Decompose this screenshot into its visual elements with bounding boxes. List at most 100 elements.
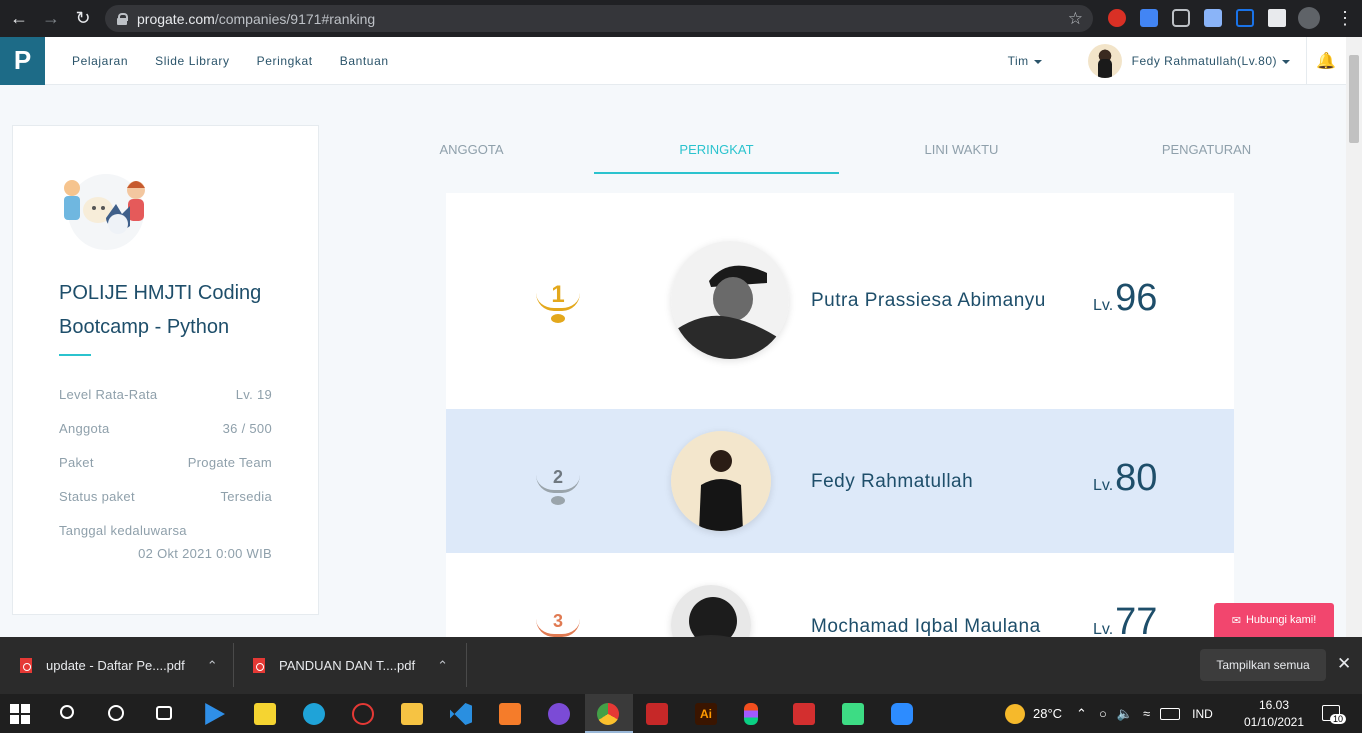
zoom-icon[interactable] xyxy=(891,703,913,725)
user-avatar[interactable] xyxy=(1087,44,1122,78)
close-icon[interactable]: ✕ xyxy=(1337,654,1351,674)
team-dropdown[interactable]: Tim xyxy=(1008,54,1042,68)
notification-bell-icon[interactable]: 🔔 xyxy=(1306,37,1346,85)
chevron-down-icon xyxy=(1033,59,1042,64)
member-photo[interactable] xyxy=(671,431,771,531)
profile-avatar-icon[interactable] xyxy=(1298,7,1320,29)
member-name[interactable]: Mochamad Iqbal Maulana xyxy=(811,616,1041,637)
download-separator xyxy=(233,643,234,687)
dev-tool-icon[interactable] xyxy=(352,703,374,725)
file-explorer-icon[interactable] xyxy=(401,703,423,725)
app-header: P Pelajaran Slide Library Peringkat Bant… xyxy=(0,36,1346,85)
bookmark-star-icon[interactable]: ☆ xyxy=(1068,9,1083,29)
sticky-notes-icon[interactable] xyxy=(254,703,276,725)
scrollbar-thumb[interactable] xyxy=(1349,55,1359,143)
member-photo[interactable] xyxy=(671,241,789,359)
extension-red-icon[interactable] xyxy=(1108,9,1126,27)
extensions-puzzle-icon[interactable] xyxy=(1268,9,1286,27)
vscode-icon[interactable] xyxy=(450,703,472,725)
member-name[interactable]: Fedy Rahmatullah xyxy=(811,471,973,493)
extension-n-icon[interactable] xyxy=(1236,9,1254,27)
reload-icon[interactable]: ↻ xyxy=(70,6,96,32)
network-app-icon[interactable]: ○ xyxy=(1099,706,1107,721)
info-value: 02 Okt 2021 0:00 WIB xyxy=(138,546,272,561)
tab-lini-waktu[interactable]: LINI WAKTU xyxy=(839,126,1084,174)
clock-time: 16.03 xyxy=(1258,698,1290,712)
tab-pengaturan[interactable]: PENGATURAN xyxy=(1084,126,1329,174)
info-label: Status paket xyxy=(59,489,135,504)
android-studio-icon[interactable] xyxy=(842,703,864,725)
browser-menu-icon[interactable]: ⋮ xyxy=(1332,5,1358,31)
level-number: 77 xyxy=(1115,601,1158,637)
member-level: Lv.77 xyxy=(1093,601,1157,637)
contact-us-button[interactable]: ✉ Hubungi kami! xyxy=(1214,603,1334,637)
search-icon[interactable] xyxy=(60,705,74,719)
extension-pocket-icon[interactable] xyxy=(1172,9,1190,27)
download-item[interactable]: update - Daftar Pe....pdf ⌃ xyxy=(20,637,218,694)
menu-slide-library[interactable]: Slide Library xyxy=(155,54,230,68)
language-indicator[interactable]: IND xyxy=(1192,707,1213,721)
clock-date: 01/10/2021 xyxy=(1243,715,1305,729)
menu-peringkat[interactable]: Peringkat xyxy=(257,54,313,68)
back-icon[interactable]: ← xyxy=(6,6,32,32)
extension-doc-icon[interactable] xyxy=(1204,9,1222,27)
edge-icon[interactable] xyxy=(303,703,325,725)
wifi-icon[interactable]: ≈ xyxy=(1143,706,1150,721)
task-view-icon[interactable] xyxy=(156,706,172,720)
chevron-up-icon[interactable]: ⌃ xyxy=(437,658,448,674)
info-value: Tersedia xyxy=(220,489,272,504)
member-level: Lv.96 xyxy=(1093,277,1157,320)
menu-pelajaran[interactable]: Pelajaran xyxy=(72,54,128,68)
github-desktop-icon[interactable] xyxy=(548,703,570,725)
url-host: progate.com xyxy=(137,10,215,27)
pdf-file-icon xyxy=(253,658,265,673)
tray-chevron-icon[interactable]: ⌃ xyxy=(1076,706,1087,722)
xampp-icon[interactable] xyxy=(499,703,521,725)
page-scrollbar[interactable] xyxy=(1346,37,1362,637)
ranking-row[interactable]: 3 Mochamad Iqbal Maulana Lv.77 xyxy=(446,553,1234,637)
info-label: Level Rata-Rata xyxy=(59,387,158,402)
chevron-up-icon[interactable]: ⌃ xyxy=(207,658,218,674)
extension-translate-icon[interactable] xyxy=(1140,9,1158,27)
url-path: /companies/9171#ranking xyxy=(214,10,376,27)
silver-medal-icon: 2 xyxy=(534,467,582,511)
acrobat-icon[interactable] xyxy=(793,703,815,725)
winrar-icon[interactable] xyxy=(646,703,668,725)
level-number: 96 xyxy=(1115,277,1158,319)
ranking-row[interactable]: 1 Putra Prassiesa Abimanyu Lv.96 xyxy=(446,193,1234,409)
windows-taskbar: Ai 28°C ⌃ ○ 🔈 ≈ IND 16.03 01/10/2021 10 xyxy=(0,694,1362,733)
info-expiry-label-row: Tanggal kedaluwarsa xyxy=(59,523,272,538)
forward-icon[interactable]: → xyxy=(38,6,64,32)
download-item[interactable]: PANDUAN DAN T....pdf ⌃ xyxy=(253,637,448,694)
show-all-downloads-button[interactable]: Tampilkan semua xyxy=(1200,649,1326,681)
keyboard-icon[interactable] xyxy=(1160,707,1181,720)
cortana-icon[interactable] xyxy=(108,705,124,721)
progate-logo[interactable]: P xyxy=(0,36,45,85)
tab-peringkat[interactable]: PERINGKAT xyxy=(594,126,839,174)
chrome-icon[interactable] xyxy=(597,703,619,725)
bronze-medal-icon: 3 xyxy=(534,611,582,637)
download-bar: update - Daftar Pe....pdf ⌃ PANDUAN DAN … xyxy=(0,637,1362,694)
ranking-row-current-user[interactable]: 2 Fedy Rahmatullah Lv.80 xyxy=(446,409,1234,553)
windows-start-icon[interactable] xyxy=(10,704,30,724)
notification-count: 10 xyxy=(1330,714,1347,724)
member-photo[interactable] xyxy=(671,585,751,637)
figma-icon[interactable] xyxy=(744,703,758,725)
lock-icon xyxy=(117,12,128,25)
volume-icon[interactable]: 🔈 xyxy=(1117,706,1133,722)
tab-anggota[interactable]: ANGGOTA xyxy=(349,126,594,174)
download-filename: PANDUAN DAN T....pdf xyxy=(279,658,416,673)
weather-temp[interactable]: 28°C xyxy=(1033,706,1062,721)
weather-icon[interactable] xyxy=(1005,703,1025,724)
illustrator-icon[interactable]: Ai xyxy=(695,703,717,725)
media-player-icon[interactable] xyxy=(205,703,225,725)
user-dropdown[interactable]: Fedy Rahmatullah(Lv.80) xyxy=(1132,54,1290,68)
header-right: Tim Fedy Rahmatullah(Lv.80) 🔔 xyxy=(1008,37,1346,85)
taskbar-clock[interactable]: 16.03 01/10/2021 xyxy=(1242,697,1306,731)
info-label: Paket xyxy=(59,455,94,470)
team-dropdown-label: Tim xyxy=(1007,54,1029,68)
member-name[interactable]: Putra Prassiesa Abimanyu xyxy=(811,290,1046,312)
address-bar[interactable]: progate.com /companies/9171#ranking ☆ xyxy=(105,5,1093,32)
info-members: Anggota 36 / 500 xyxy=(59,421,272,436)
menu-bantuan[interactable]: Bantuan xyxy=(340,54,389,68)
